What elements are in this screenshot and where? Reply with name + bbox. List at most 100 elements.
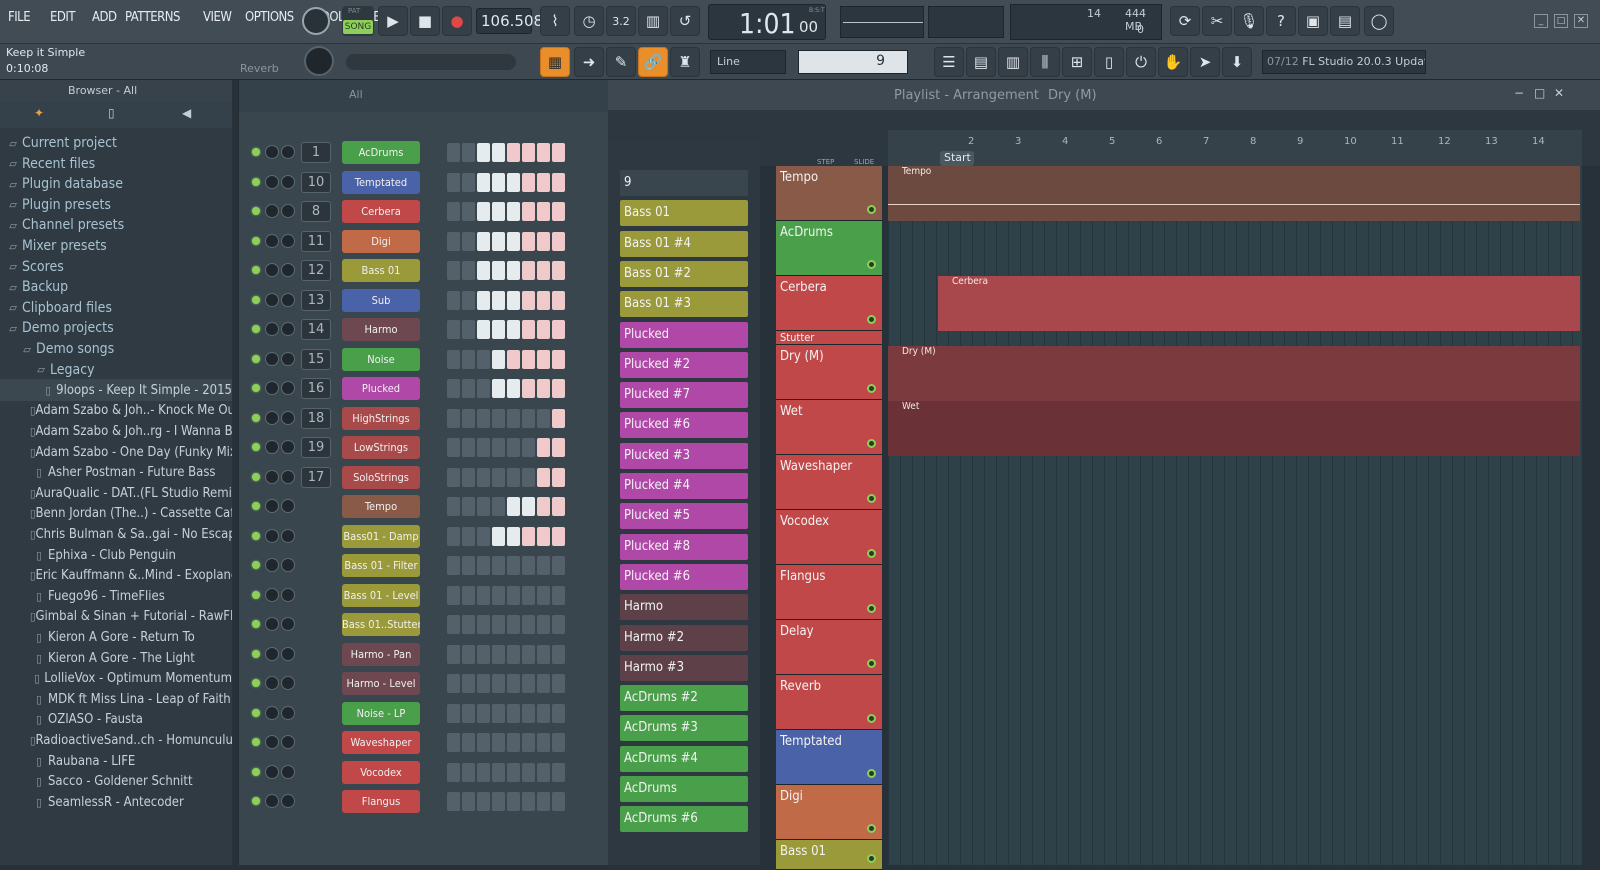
step-button[interactable] xyxy=(477,792,490,811)
step-button[interactable] xyxy=(477,497,490,516)
microphone-icon[interactable]: 🎙 xyxy=(1234,6,1264,36)
pattern-item[interactable]: Plucked #2 xyxy=(620,351,748,378)
step-button[interactable] xyxy=(507,762,520,782)
step-button[interactable] xyxy=(477,526,490,546)
step-button[interactable] xyxy=(492,585,505,605)
step-button[interactable] xyxy=(447,792,460,811)
browser-folder[interactable]: ▱ Legacy xyxy=(0,359,232,381)
step-button[interactable] xyxy=(462,585,475,605)
step-button[interactable] xyxy=(507,644,520,664)
browser-file[interactable]: ▯ Benn Jordan (The..) - Cassette Cafe xyxy=(0,503,232,525)
channel-mute-led[interactable] xyxy=(252,679,260,687)
channel-name-button[interactable]: Bass 01 - Filter xyxy=(342,554,420,577)
step-button[interactable] xyxy=(447,143,460,162)
step-button[interactable] xyxy=(447,615,460,634)
pattern-item[interactable]: AcDrums #2 xyxy=(620,685,748,712)
piano-roll-view-icon[interactable]: ▦ xyxy=(540,47,570,77)
step-button[interactable] xyxy=(477,674,490,693)
mixer-track-number[interactable]: 18 xyxy=(301,407,331,429)
step-button[interactable] xyxy=(447,349,460,369)
render-icon[interactable]: ▤ xyxy=(1330,6,1360,36)
pattern-item[interactable]: AcDrums #6 xyxy=(620,806,748,833)
browser-icon[interactable]: ⊞ xyxy=(1062,47,1092,77)
step-button[interactable] xyxy=(537,290,550,310)
channel-rack-icon[interactable]: ▥ xyxy=(998,47,1028,77)
step-button[interactable] xyxy=(522,467,535,487)
channel-volume-knob[interactable] xyxy=(281,558,295,572)
step-button[interactable] xyxy=(492,143,505,162)
step-button[interactable] xyxy=(522,320,535,339)
step-button[interactable] xyxy=(507,674,520,693)
browser-file[interactable]: ▯ MDK ft Miss Lina - Leap of Faith xyxy=(0,688,232,710)
step-button[interactable] xyxy=(507,467,520,487)
step-button[interactable] xyxy=(447,644,460,664)
step-button[interactable] xyxy=(537,202,550,221)
step-button[interactable] xyxy=(492,231,505,251)
step-button[interactable] xyxy=(462,349,475,369)
master-volume-knob[interactable] xyxy=(302,7,330,35)
news-panel[interactable]: 07/12 FL Studio 20.0.3 Update xyxy=(1262,50,1426,74)
step-button[interactable] xyxy=(537,526,550,546)
maximize-icon[interactable]: □ xyxy=(1554,14,1568,28)
step-button[interactable] xyxy=(507,703,520,723)
channel-pan-knob[interactable] xyxy=(265,558,279,572)
pattern-item[interactable]: Plucked #4 xyxy=(620,473,748,499)
channel-pan-knob[interactable] xyxy=(265,174,279,189)
pitch-knob[interactable] xyxy=(304,46,334,76)
pattern-item[interactable]: Plucked #3 xyxy=(620,442,748,469)
step-button[interactable] xyxy=(477,585,490,605)
step-button[interactable] xyxy=(522,143,535,162)
channel-name-button[interactable]: Plucked xyxy=(342,377,420,400)
step-button[interactable] xyxy=(462,762,475,782)
channel-volume-knob[interactable] xyxy=(281,381,295,395)
pattern-selector[interactable]: 9 xyxy=(798,50,908,74)
step-button[interactable] xyxy=(552,762,565,782)
mixer-track-number[interactable]: 17 xyxy=(301,466,331,488)
pattern-item[interactable]: Harmo xyxy=(620,594,748,621)
piano-roll-icon[interactable]: ▤ xyxy=(966,47,996,77)
timeline-ruler[interactable]: Start 2 3 4 5 6 7 8 9 10 11 12 13 14 xyxy=(888,130,1582,166)
play-button[interactable]: ▶ xyxy=(378,6,408,36)
step-button[interactable] xyxy=(447,556,460,575)
step-button[interactable] xyxy=(492,703,505,723)
step-button[interactable] xyxy=(462,143,475,162)
browser-folder[interactable]: ▱ Plugin presets xyxy=(0,194,232,216)
channel-mute-led[interactable] xyxy=(252,413,260,422)
track-header[interactable]: Wet xyxy=(776,400,882,455)
channel-name-button[interactable]: AcDrums xyxy=(342,141,420,164)
browser-file[interactable]: ▯ Raubana - LIFE xyxy=(0,750,232,772)
channel-volume-knob[interactable] xyxy=(281,617,295,631)
pattern-item[interactable]: Bass 01 xyxy=(620,200,748,227)
channel-name-button[interactable]: Harmo - Level xyxy=(342,672,420,695)
tempo-display[interactable]: 106.508 xyxy=(476,8,543,34)
channel-mute-led[interactable] xyxy=(252,620,260,628)
track-header[interactable]: Stutter xyxy=(776,331,882,345)
file-icon[interactable]: ▯ xyxy=(108,106,115,120)
step-button[interactable] xyxy=(492,497,505,516)
browser-folder[interactable]: ▱ Backup xyxy=(0,276,232,298)
channel-volume-knob[interactable] xyxy=(281,233,295,248)
step-button[interactable] xyxy=(552,644,565,664)
browser-folder[interactable]: ▱ Channel presets xyxy=(0,214,232,236)
channel-name-button[interactable]: Noise xyxy=(342,347,420,371)
channel-volume-knob[interactable] xyxy=(281,263,295,277)
menu-patterns[interactable]: PATTERNS xyxy=(125,10,180,25)
arrow-icon[interactable]: ➜ xyxy=(574,47,604,77)
track-header[interactable]: Dry (M) xyxy=(776,345,882,400)
channel-mute-led[interactable] xyxy=(252,502,260,510)
step-button[interactable] xyxy=(537,585,550,605)
browser-file[interactable]: ▯ Sacco - Goldener Schnitt xyxy=(0,771,232,793)
channel-name-button[interactable]: LowStrings xyxy=(342,436,420,459)
step-button[interactable] xyxy=(552,202,565,221)
channel-pan-knob[interactable] xyxy=(265,351,279,366)
step-button[interactable] xyxy=(537,467,550,487)
track-mute-led[interactable] xyxy=(867,714,876,723)
browser-folder[interactable]: ▱ Recent files xyxy=(0,153,232,175)
channel-pan-knob[interactable] xyxy=(265,646,279,661)
channel-pan-knob[interactable] xyxy=(265,322,279,336)
step-button[interactable] xyxy=(537,172,550,192)
channel-volume-knob[interactable] xyxy=(281,351,295,366)
step-button[interactable] xyxy=(537,349,550,369)
track-mute-led[interactable] xyxy=(867,205,876,214)
step-button[interactable] xyxy=(477,408,490,428)
